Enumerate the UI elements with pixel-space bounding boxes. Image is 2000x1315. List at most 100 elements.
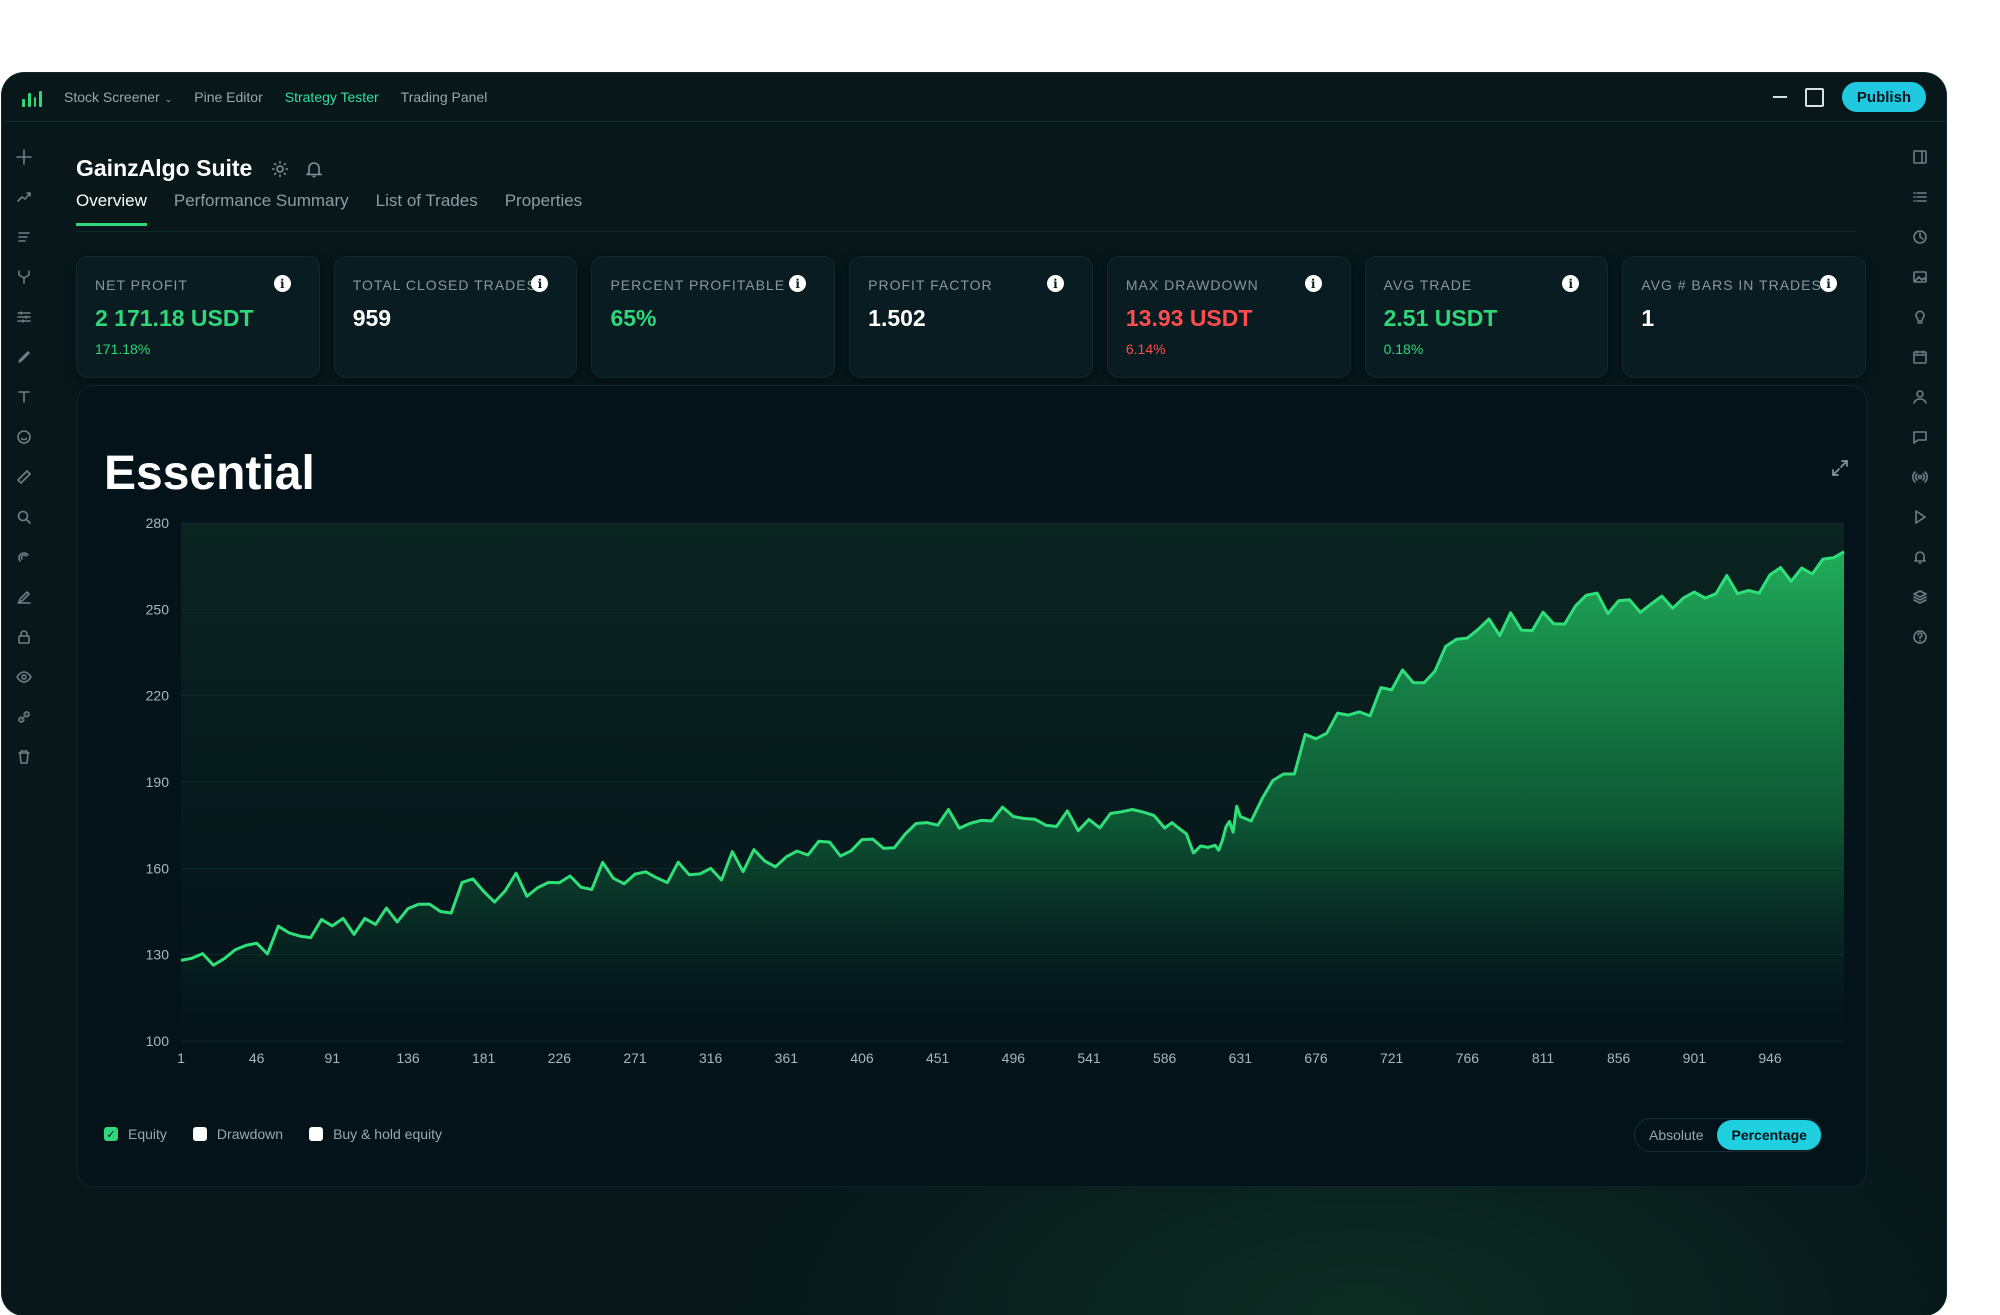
- chart-logo-icon[interactable]: [22, 87, 42, 107]
- legend-drawdown[interactable]: Drawdown: [192, 1126, 283, 1142]
- stat-card-avg-trade: AVG TRADE i 2.51 USDT 0.18%: [1364, 256, 1609, 378]
- x-tick-label: 631: [1229, 1050, 1253, 1066]
- stat-label: AVG TRADE: [1383, 277, 1473, 293]
- tab-overview[interactable]: Overview: [76, 191, 147, 226]
- y-tick-label: 100: [146, 1033, 170, 1049]
- chart-legend: ✓ Equity Drawdown Buy & hold equity: [104, 1126, 442, 1142]
- nav-pine-editor[interactable]: Pine Editor: [194, 89, 262, 105]
- x-tick-label: 451: [926, 1050, 950, 1066]
- x-tick-label: 676: [1304, 1050, 1328, 1066]
- broadcast-icon[interactable]: [1906, 457, 1934, 497]
- trend-line-icon[interactable]: [10, 177, 38, 217]
- x-tick-label: 226: [548, 1050, 572, 1066]
- chevron-down-icon: ⌄: [164, 94, 173, 104]
- tab-properties[interactable]: Properties: [505, 191, 582, 226]
- equity-chart[interactable]: 100 130 160 190 220 250 280 1 46 91 136 181 226 271 3…: [78, 386, 1866, 1186]
- info-icon[interactable]: i: [1562, 275, 1580, 292]
- image-icon[interactable]: [1906, 257, 1934, 297]
- toggle-absolute[interactable]: Absolute: [1635, 1120, 1717, 1150]
- checkbox-checked-icon[interactable]: ✓: [104, 1127, 118, 1141]
- brush-icon[interactable]: [10, 337, 38, 377]
- gear-icon[interactable]: [270, 159, 290, 179]
- toggle-percentage[interactable]: Percentage: [1717, 1120, 1821, 1150]
- stat-label: PERCENT PROFITABLE: [610, 277, 786, 293]
- info-icon[interactable]: i: [1304, 275, 1322, 292]
- info-icon[interactable]: i: [789, 275, 807, 292]
- emoji-icon[interactable]: [10, 417, 38, 457]
- maximize-icon[interactable]: [1805, 88, 1824, 107]
- stat-value: 13.93 USDT: [1125, 305, 1253, 331]
- y-tick-label: 280: [146, 515, 170, 531]
- y-tick-label: 130: [146, 947, 170, 963]
- stat-sub-value: 6.14%: [1125, 341, 1166, 357]
- trash-icon[interactable]: [10, 737, 38, 777]
- pencil-icon[interactable]: [10, 577, 38, 617]
- ruler-icon[interactable]: [10, 457, 38, 497]
- help-icon[interactable]: [1906, 617, 1934, 657]
- checkbox-icon[interactable]: [192, 1127, 207, 1141]
- app-window: Stock Screener ⌄ Pine Editor Strategy Tes…: [2, 73, 1946, 1315]
- bell-icon[interactable]: [304, 159, 324, 179]
- y-tick-label: 190: [146, 774, 170, 790]
- panel-layout-icon[interactable]: [1906, 137, 1934, 177]
- checkbox-icon[interactable]: [309, 1127, 324, 1141]
- zoom-icon[interactable]: [10, 497, 38, 537]
- x-tick-label: 1: [177, 1050, 185, 1066]
- legend-buy-hold-equity[interactable]: Buy & hold equity: [309, 1126, 442, 1142]
- legend-equity[interactable]: ✓ Equity: [104, 1126, 167, 1142]
- stat-value: 1: [1641, 305, 1655, 331]
- bell-icon[interactable]: [1906, 537, 1934, 577]
- top-nav: Stock Screener ⌄ Pine Editor Strategy Tes…: [64, 73, 487, 121]
- magnet-icon[interactable]: [10, 537, 38, 577]
- tab-performance-summary[interactable]: Performance Summary: [174, 191, 349, 226]
- chat-icon[interactable]: [1906, 417, 1934, 457]
- nav-strategy-tester[interactable]: Strategy Tester: [285, 89, 379, 105]
- nav-stock-screener[interactable]: Stock Screener ⌄: [64, 89, 172, 105]
- top-bar: Stock Screener ⌄ Pine Editor Strategy Tes…: [2, 73, 1946, 122]
- stat-card-avg-bars-in-trades: AVG # BARS IN TRADES i 1: [1622, 256, 1867, 378]
- publish-button[interactable]: Publish: [1842, 82, 1926, 112]
- stat-value: 2.51 USDT: [1383, 305, 1498, 331]
- expand-icon[interactable]: [1830, 458, 1850, 478]
- link-icon[interactable]: [10, 697, 38, 737]
- x-tick-label: 541: [1077, 1050, 1101, 1066]
- x-tick-label: 46: [249, 1050, 265, 1066]
- watchlist-icon[interactable]: [1906, 177, 1934, 217]
- layers-icon[interactable]: [1906, 577, 1934, 617]
- x-tick-label: 856: [1607, 1050, 1631, 1066]
- crosshair-icon[interactable]: [10, 137, 38, 177]
- stat-card-total-closed-trades: TOTAL CLOSED TRADES i 959: [333, 256, 578, 378]
- stat-value: 65%: [610, 305, 657, 331]
- tab-list-of-trades[interactable]: List of Trades: [376, 191, 478, 226]
- text-lines-icon[interactable]: [10, 217, 38, 257]
- tab-bar: Overview Performance Summary List of Tra…: [76, 191, 582, 226]
- calendar-icon[interactable]: [1906, 337, 1934, 377]
- info-icon[interactable]: i: [273, 275, 291, 292]
- x-tick-label: 721: [1380, 1050, 1404, 1066]
- y-tick-label: 220: [146, 688, 170, 704]
- lightbulb-icon[interactable]: [1906, 297, 1934, 337]
- settings-sliders-icon[interactable]: [10, 297, 38, 337]
- stat-label: MAX DRAWDOWN: [1125, 277, 1259, 293]
- info-icon[interactable]: i: [1820, 275, 1838, 292]
- x-tick-label: 901: [1683, 1050, 1707, 1066]
- user-icon[interactable]: [1906, 377, 1934, 417]
- nav-trading-panel[interactable]: Trading Panel: [401, 89, 488, 105]
- x-tick-label: 766: [1456, 1050, 1480, 1066]
- x-tick-label: 586: [1153, 1050, 1177, 1066]
- eye-icon[interactable]: [10, 657, 38, 697]
- play-icon[interactable]: [1906, 497, 1934, 537]
- pitchfork-icon[interactable]: [10, 257, 38, 297]
- clock-icon[interactable]: [1906, 217, 1934, 257]
- tab-divider: [76, 231, 1856, 232]
- minimize-icon[interactable]: [1773, 96, 1787, 98]
- info-icon[interactable]: i: [1046, 275, 1064, 292]
- page-title: GainzAlgo Suite: [76, 155, 253, 181]
- x-tick-label: 406: [850, 1050, 874, 1066]
- y-tick-label: 160: [146, 860, 170, 876]
- text-icon[interactable]: [10, 377, 38, 417]
- lock-icon[interactable]: [10, 617, 38, 657]
- stat-value: 959: [352, 305, 392, 331]
- x-tick-label: 271: [623, 1050, 647, 1066]
- info-icon[interactable]: i: [531, 275, 549, 292]
